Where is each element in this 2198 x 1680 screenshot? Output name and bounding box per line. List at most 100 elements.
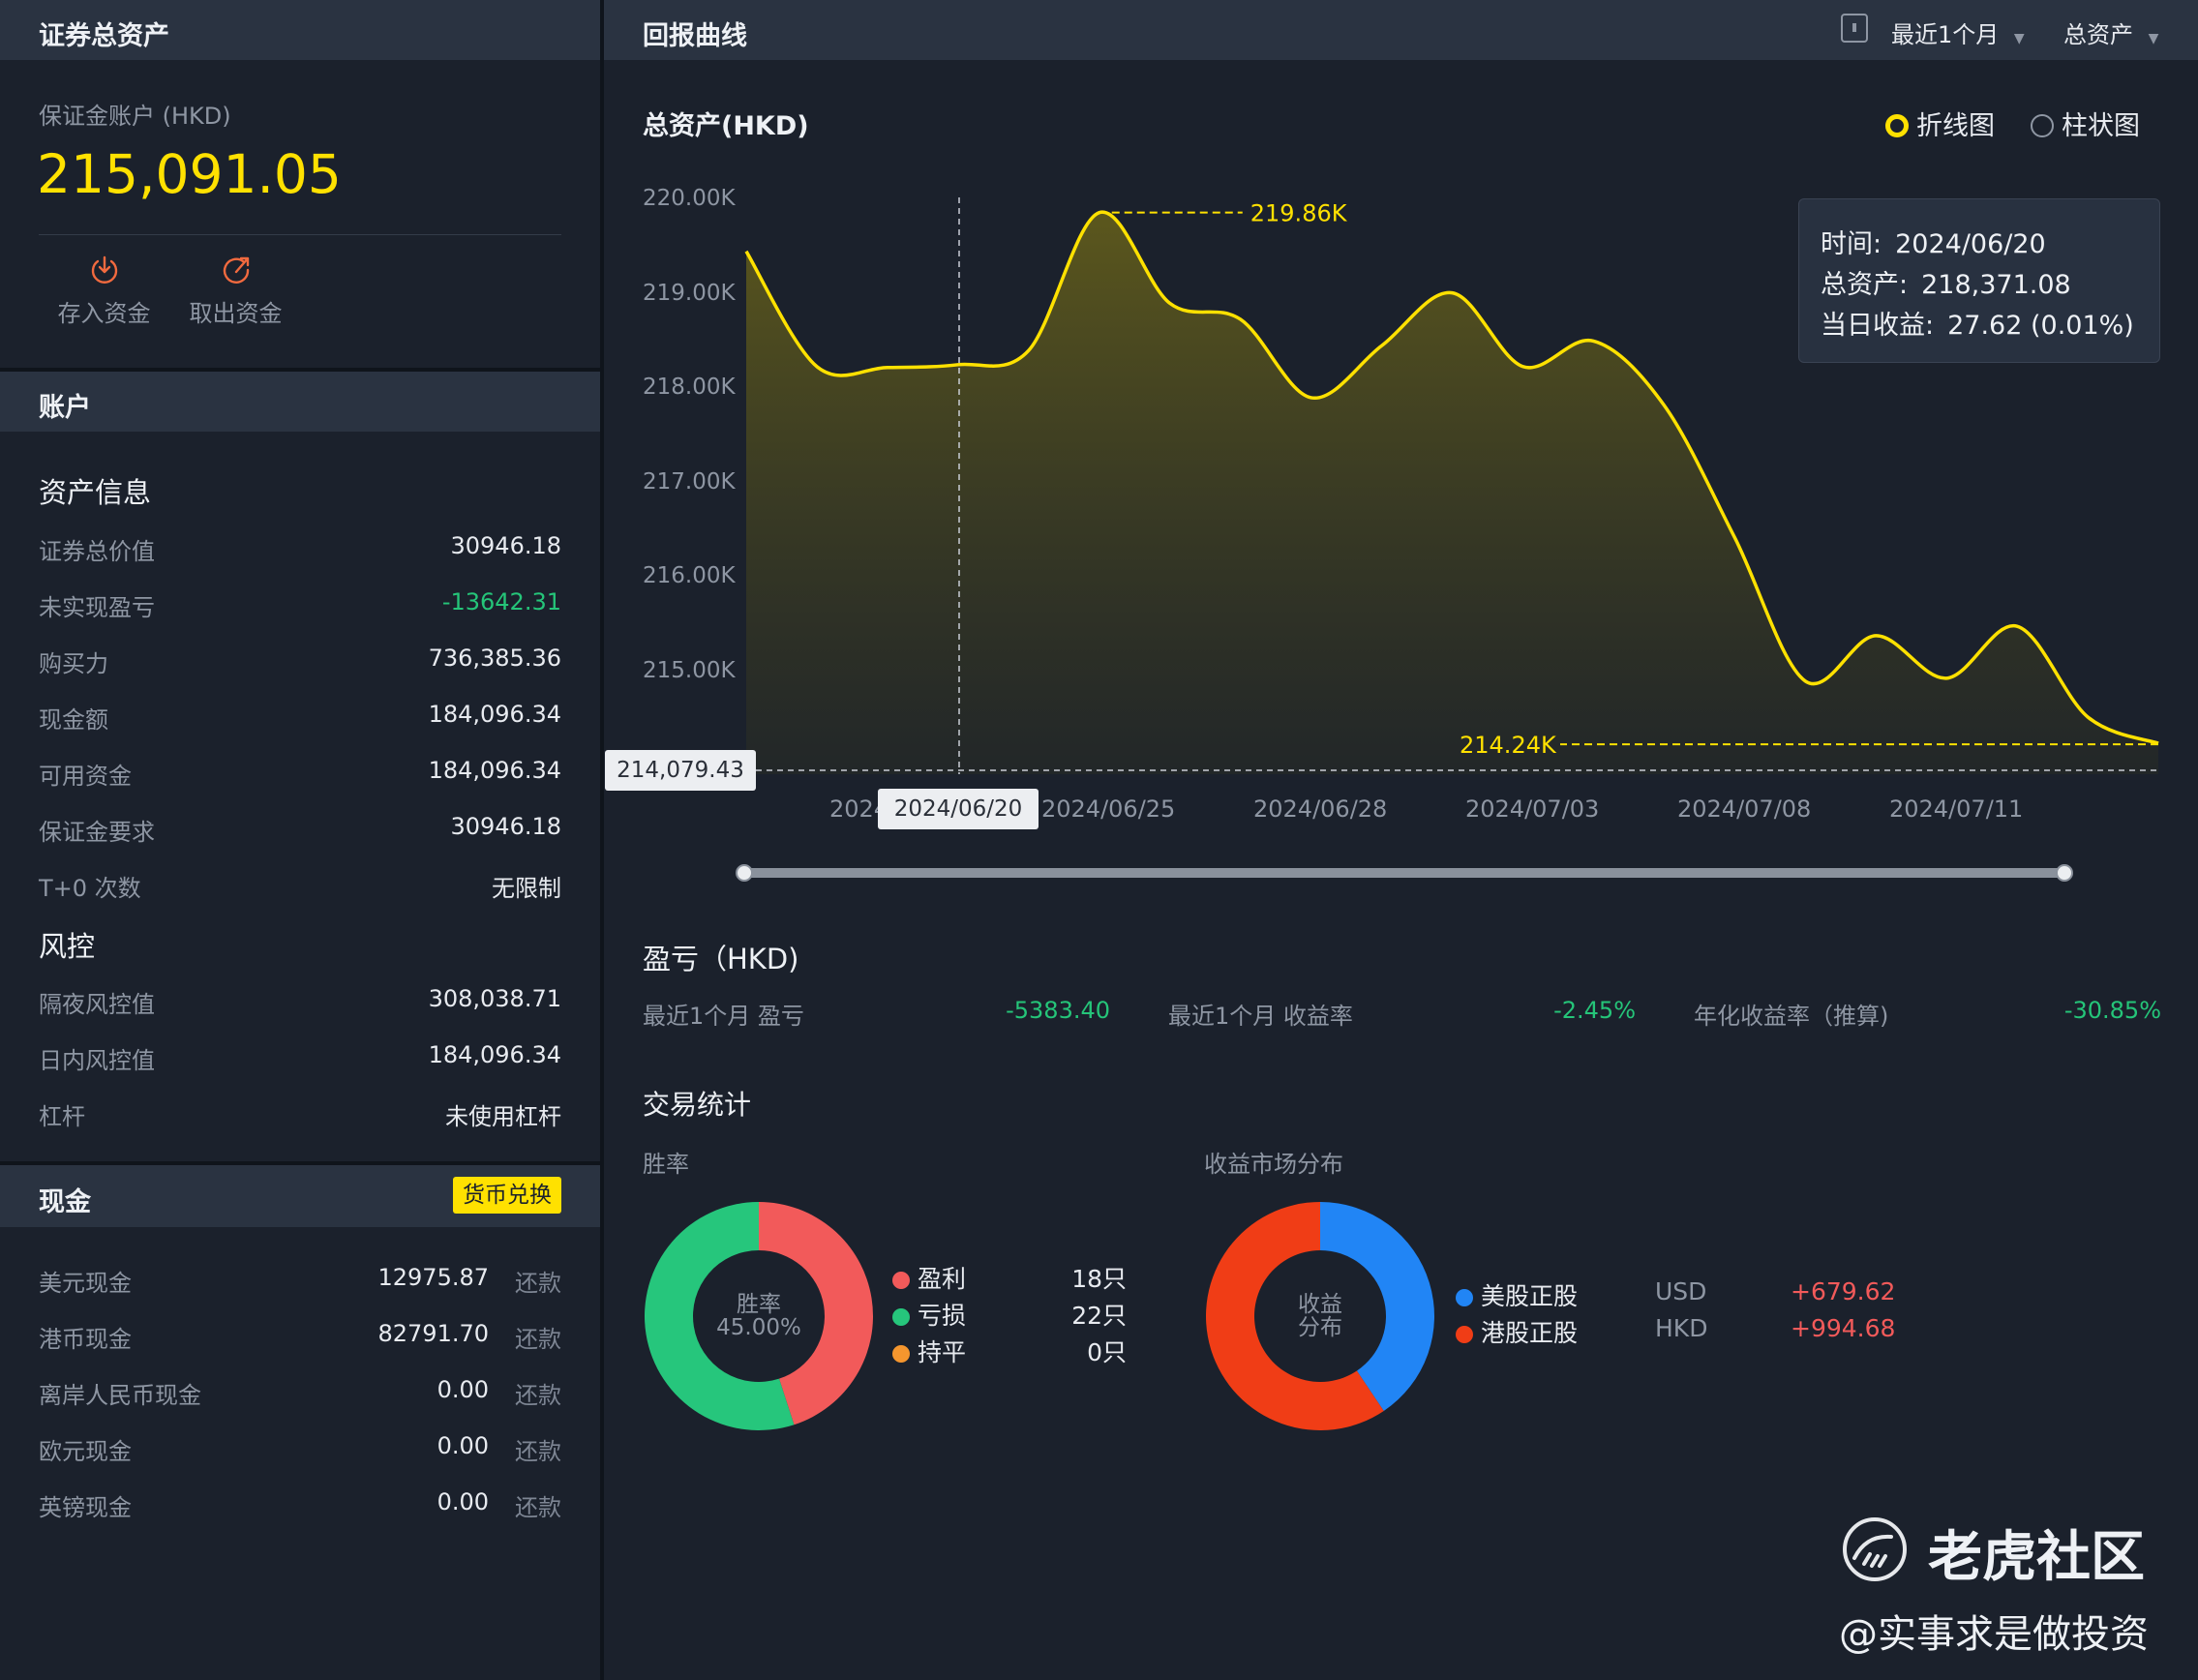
asset-row-label: 证券总价值: [39, 538, 155, 565]
tooltip-gain-value: 27.62 (0.01%): [1947, 311, 2134, 341]
repay-link[interactable]: 还款: [515, 1264, 561, 1298]
legend-label: 持平: [918, 1338, 967, 1366]
cash-row: 英镑现金 0.00 还款: [39, 1488, 561, 1527]
asset-row: 保证金要求 30946.18: [39, 813, 561, 852]
cash-section-header: 现金 货币兑换: [0, 1165, 600, 1227]
market-legend-item: 港股正股 HKD +994.68: [1456, 1314, 1895, 1349]
cash-row-label: 英镑现金: [39, 1494, 132, 1521]
asset-row-label: 现金额: [39, 706, 108, 734]
period-select[interactable]: 最近1个月 ▼: [1891, 15, 2025, 49]
deposit-button[interactable]: 存入资金: [48, 254, 160, 331]
period-calendar-icon[interactable]: [1841, 14, 1868, 43]
pnl-title: 盈亏（HKD): [643, 943, 799, 975]
total-divider: [39, 234, 561, 235]
range-slider-handle-right[interactable]: [2056, 864, 2073, 882]
asset-row-value: 736,385.36: [428, 645, 561, 672]
chart-tooltip: 时间: 2024/06/20 总资产: 218,371.08 当日收益: 27.62 …: [1798, 198, 2160, 363]
range-slider-handle-left[interactable]: [736, 864, 753, 882]
withdraw-label: 取出资金: [189, 300, 283, 327]
x-tick-label: 2024/07/03: [1465, 795, 1600, 823]
cash-row: 欧元现金 0.00 还款: [39, 1432, 561, 1471]
asset-row: 现金额 184,096.34: [39, 701, 561, 739]
repay-link[interactable]: 还款: [515, 1320, 561, 1354]
repay-link[interactable]: 还款: [515, 1488, 561, 1522]
chart-type-line-label: 折线图: [1916, 111, 1995, 141]
x-tick-label: 2024/07/11: [1889, 795, 2024, 823]
cash-row-value: 0.00: [437, 1488, 489, 1515]
assets-header-title: 证券总资产: [39, 21, 169, 51]
radio-selected-icon: [1885, 114, 1909, 137]
cash-row: 港币现金 82791.70 还款: [39, 1320, 561, 1359]
cash-row: 美元现金 12975.87 还款: [39, 1264, 561, 1303]
risk-row-label: 日内风控值: [39, 1047, 155, 1074]
legend-value: +994.68: [1791, 1314, 1896, 1342]
withdraw-button[interactable]: 取出资金: [180, 254, 291, 331]
asset-row-value: -13642.31: [441, 588, 561, 615]
pnl-metric-label: 最近1个月 盈亏: [643, 1003, 804, 1030]
cash-row-label: 港币现金: [39, 1326, 132, 1353]
pnl-metric-label: 年化收益率（推算): [1694, 1003, 1889, 1030]
fx-exchange-button[interactable]: 货币兑换: [453, 1177, 561, 1214]
chart-type-bar-label: 柱状图: [2062, 111, 2140, 141]
win-rate-title: 胜率: [643, 1151, 689, 1178]
tooltip-time-value: 2024/06/20: [1895, 229, 2046, 259]
cash-row-value: 12975.87: [377, 1264, 489, 1291]
chart-type-line-radio[interactable]: 折线图: [1885, 105, 1995, 142]
legend-dot-icon: [1456, 1289, 1473, 1306]
legend-dot-icon: [892, 1308, 910, 1326]
chart-type-bar-radio[interactable]: 柱状图: [2031, 105, 2140, 142]
period-select-value: 最近1个月: [1891, 21, 2000, 48]
risk-row: 杠杆 未使用杠杆: [39, 1097, 561, 1136]
risk-row-value: 184,096.34: [428, 1041, 561, 1068]
repay-link[interactable]: 还款: [515, 1376, 561, 1410]
crosshair-y-label: 214,079.43: [605, 750, 756, 791]
win-legend-item: 盈利 18只: [892, 1260, 1127, 1295]
total-asset-value: 215,091.05: [37, 143, 342, 205]
legend-label: 美股正股: [1481, 1282, 1579, 1310]
pnl-metric-value: -30.85%: [2063, 997, 2161, 1024]
max-marker-label: 219.86K: [1250, 200, 1348, 227]
market-donut-center-label-1: 收益: [1298, 1292, 1342, 1317]
asset-row-label: 购买力: [39, 650, 108, 677]
pnl-metric-value: -2.45%: [1553, 997, 1636, 1024]
legend-value: +679.62: [1791, 1277, 1896, 1305]
risk-row-label: 隔夜风控值: [39, 991, 155, 1018]
cash-row-label: 欧元现金: [39, 1438, 132, 1465]
risk-row: 日内风控值 184,096.34: [39, 1041, 561, 1080]
asset-row: 购买力 736,385.36: [39, 645, 561, 683]
asset-row-value: 184,096.34: [428, 757, 561, 784]
tooltip-asset-label: 总资产:: [1821, 270, 1909, 300]
risk-row-value: 未使用杠杆: [445, 1103, 561, 1130]
withdraw-icon: [223, 256, 249, 284]
deposit-icon: [91, 255, 117, 284]
repay-link[interactable]: 还款: [515, 1432, 561, 1466]
win-donut-center-label: 胜率: [737, 1292, 781, 1317]
legend-dot-icon: [1456, 1326, 1473, 1343]
asset-row-label: 保证金要求: [39, 819, 155, 846]
asset-row-value: 无限制: [492, 875, 561, 902]
market-legend-item: 美股正股 USD +679.62: [1456, 1277, 1895, 1312]
risk-row: 隔夜风控值 308,038.71: [39, 985, 561, 1024]
tiger-logo-icon: [1843, 1517, 1907, 1581]
trade-stats-title: 交易统计: [643, 1089, 752, 1121]
market-donut-center: 收益 分布: [1204, 1293, 1436, 1339]
asset-row-value: 184,096.34: [428, 701, 561, 728]
pnl-metric: 最近1个月 盈亏 -5383.40: [643, 997, 1110, 1031]
tooltip-gain-label: 当日收益:: [1821, 311, 1935, 341]
metric-select[interactable]: 总资产 ▼: [2063, 15, 2158, 49]
win-legend-item: 亏损 22只: [892, 1297, 1127, 1332]
chevron-down-icon: ▼: [2013, 31, 2025, 46]
min-marker-label: 214.24K: [1460, 732, 1557, 759]
range-slider-track[interactable]: [743, 868, 2063, 878]
pnl-metric: 最近1个月 收益率 -2.45%: [1168, 997, 1636, 1031]
asset-row: 未实现盈亏 -13642.31: [39, 588, 561, 627]
watermark-brand: 老虎社区: [1928, 1526, 2145, 1589]
return-curve-header: 回报曲线 最近1个月 ▼ 总资产 ▼: [604, 0, 2198, 60]
x-tick-label: 2024/07/08: [1677, 795, 1812, 823]
cash-section-title: 现金: [39, 1187, 91, 1217]
account-section-title: 账户: [39, 393, 91, 423]
asset-info-title: 资产信息: [39, 476, 152, 509]
legend-label: 盈利: [918, 1265, 967, 1293]
asset-row-value: 30946.18: [450, 532, 561, 559]
deposit-label: 存入资金: [57, 300, 151, 327]
